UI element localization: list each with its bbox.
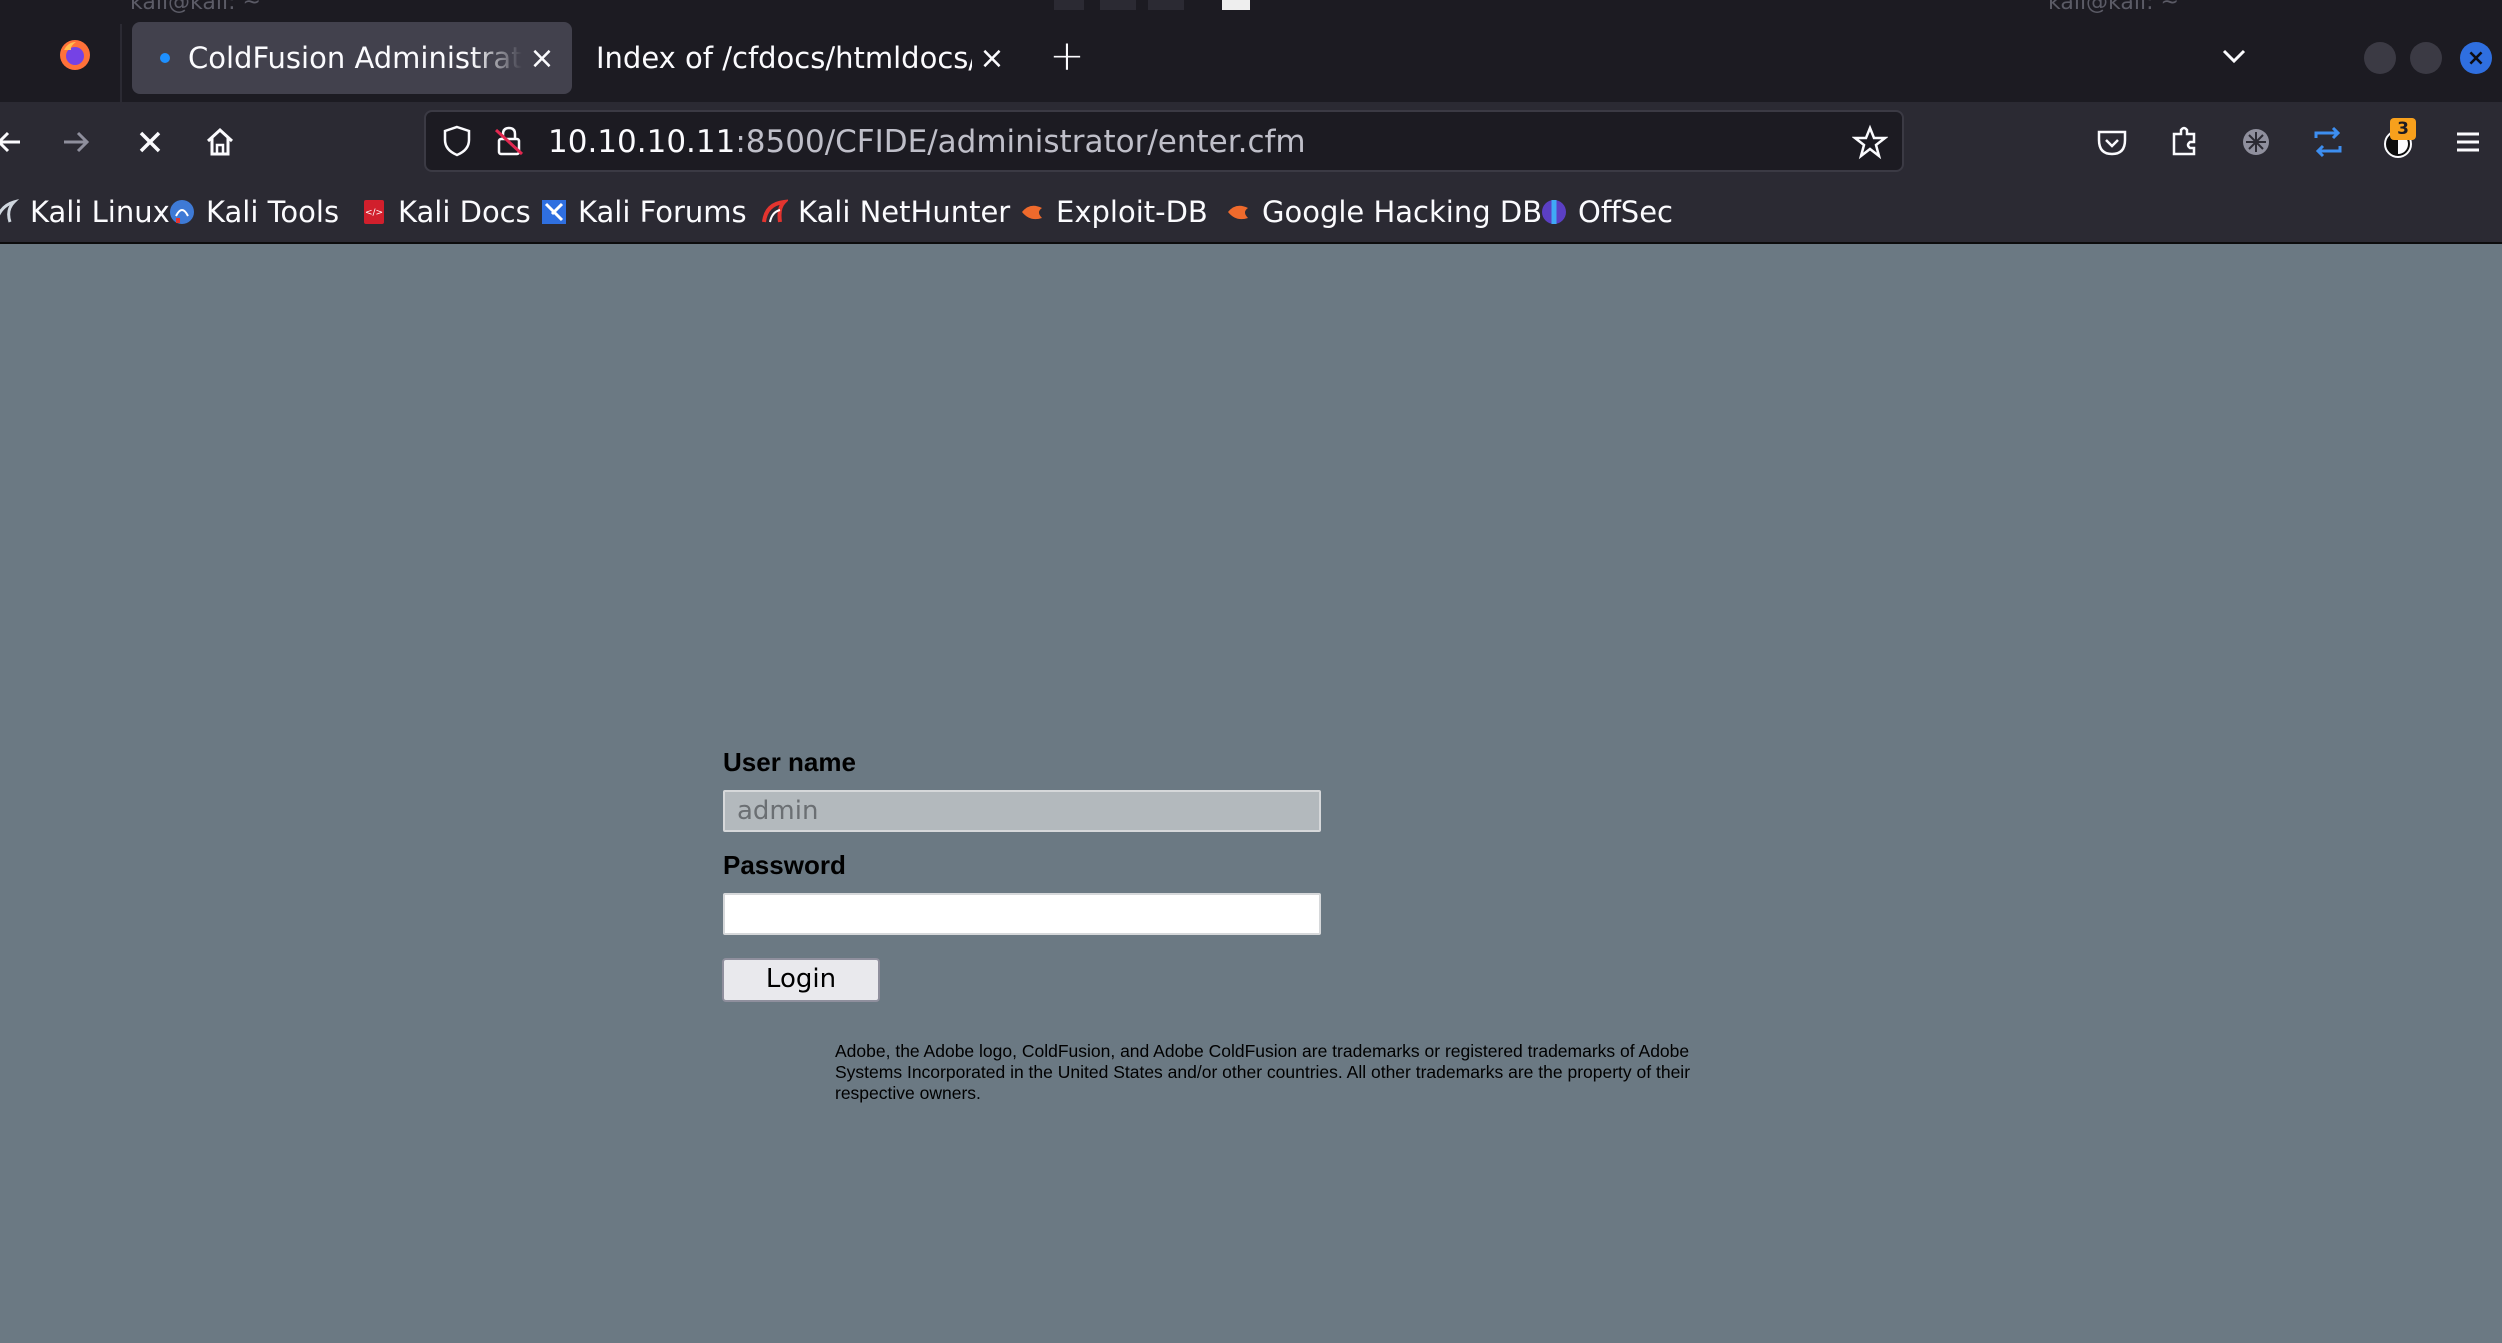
bookmark-label: Kali Tools [206,195,340,229]
desktop-block [1054,0,1084,10]
sync-arrows-icon[interactable] [2306,120,2350,164]
bookmark-kali-forums[interactable]: Kali Forums [540,192,747,232]
bookmark-label: Kali Linux [30,195,170,229]
extensions-puzzle-icon[interactable] [2162,120,2206,164]
tab-title: ColdFusion Administrator [188,41,522,75]
login-button[interactable]: Login [722,958,880,1002]
tab-index-of-cfdocs[interactable]: Index of /cfdocs/htmldocs/ × [582,22,1022,94]
coldfusion-login-page: User name admin Password Login Adobe, th… [0,244,2502,1343]
chevron-down-icon[interactable] [2216,38,2252,74]
stop-loading-icon[interactable] [128,120,172,164]
bookmark-kali-linux[interactable]: Kali Linux [0,192,170,232]
username-label: User name [723,747,856,777]
bookmark-star-icon[interactable] [1852,124,1888,160]
bookmark-label: Exploit-DB [1056,195,1208,229]
tab-bar: ColdFusion Administrator × Index of /cfd… [0,14,2502,104]
kali-dragon-icon [0,198,20,223]
desktop-top-strip: kali@kali: ~ kali@kali: ~ [0,0,2502,14]
foxyproxy-icon[interactable] [2234,120,2278,164]
forward-arrow-icon[interactable] [54,120,98,164]
bookmark-kali-tools[interactable]: Kali Tools [168,192,339,232]
bookmark-google-hacking-db[interactable]: Google Hacking DB [1224,192,1542,232]
bookmark-kali-nethunter[interactable]: Kali NetHunter [760,192,1010,232]
nethunter-icon [762,199,788,223]
ghdb-icon [1228,205,1248,220]
password-label: Password [723,850,846,880]
trademark-notice: Adobe, the Adobe logo, ColdFusion, and A… [835,1041,1691,1103]
kali-docs-icon: </> [364,200,384,224]
desktop-cursor [1222,0,1250,10]
password-field[interactable] [723,893,1321,935]
bookmark-label: Kali Docs [398,195,531,229]
navigation-toolbar: 10.10.10.11:8500/CFIDE/administrator/ent… [0,102,2502,182]
tab-separator [120,24,122,104]
extension-badge: 3 [2390,118,2416,140]
bookmark-offsec[interactable]: OffSec [1540,192,1673,232]
tab-coldfusion-administrator[interactable]: ColdFusion Administrator × [132,22,572,94]
url-host: 10.10.10.11 [548,124,736,160]
tracking-protection-shield-icon[interactable] [440,124,474,158]
loading-favicon-icon [160,53,170,63]
bookmark-label: Kali Forums [578,195,747,229]
close-icon[interactable]: × [972,38,1012,78]
kali-forums-icon [542,200,566,224]
url-bar[interactable]: 10.10.10.11:8500/CFIDE/administrator/ent… [424,110,1904,172]
tab-title: Index of /cfdocs/htmldocs/ [596,41,972,75]
close-icon[interactable]: × [522,38,562,78]
bookmarks-toolbar: Kali Linux Kali Tools </> Kali Docs Kali… [0,182,2502,244]
url-path: :8500/CFIDE/administrator/enter.cfm [735,124,1306,160]
maximize-button[interactable] [2410,42,2442,74]
bookmark-label: Google Hacking DB [1262,195,1543,229]
terminal-title-left: kali@kali: ~ [130,0,261,14]
desktop-block [1148,0,1184,10]
username-field[interactable]: admin [723,790,1321,832]
bookmark-exploit-db[interactable]: Exploit-DB [1018,192,1208,232]
offsec-icon [1542,200,1566,224]
firefox-icon[interactable] [58,38,92,72]
url-text: 10.10.10.11:8500/CFIDE/administrator/ent… [548,124,1306,160]
window-close-button[interactable]: × [2460,42,2492,74]
bookmark-label: Kali NetHunter [798,195,1011,229]
back-arrow-icon[interactable] [0,120,34,164]
new-tab-button[interactable]: + [1046,31,1088,80]
insecure-lock-icon[interactable] [492,124,526,158]
svg-text:</>: </> [365,208,383,218]
minimize-button[interactable] [2364,42,2396,74]
kali-tools-icon [170,200,194,224]
bookmark-kali-docs[interactable]: </> Kali Docs [360,192,531,232]
hamburger-menu-icon[interactable] [2446,120,2490,164]
bookmark-label: OffSec [1578,195,1674,229]
terminal-title-right: kali@kali: ~ [2048,0,2179,14]
home-icon[interactable] [198,120,242,164]
pocket-icon[interactable] [2090,120,2134,164]
exploit-db-icon [1022,205,1042,220]
desktop-block [1100,0,1136,10]
